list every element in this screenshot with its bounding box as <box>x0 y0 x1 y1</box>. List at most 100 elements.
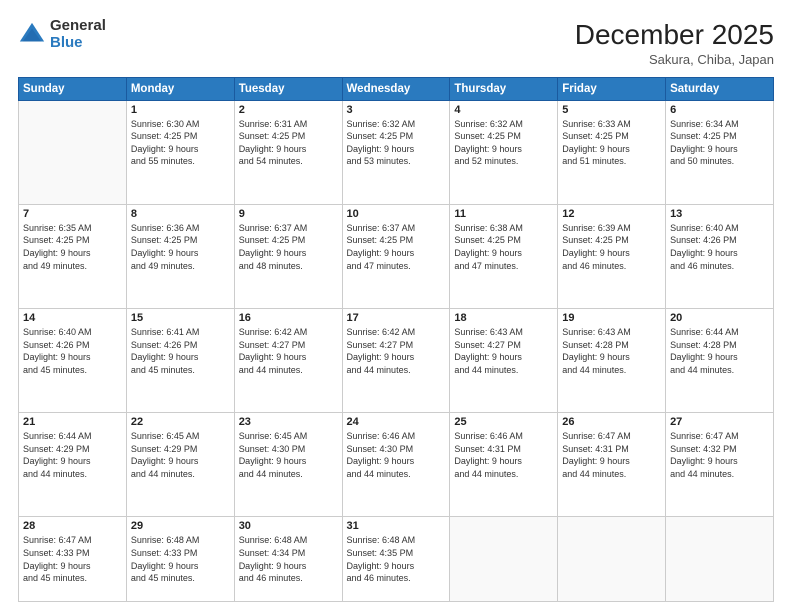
day-number: 2 <box>239 104 338 116</box>
day-number: 19 <box>562 312 661 324</box>
table-row <box>19 100 127 204</box>
day-number: 25 <box>454 416 553 428</box>
day-number: 21 <box>23 416 122 428</box>
header: General Blue December 2025 Sakura, Chiba… <box>18 18 774 67</box>
table-row: 19Sunrise: 6:43 AM Sunset: 4:28 PM Dayli… <box>558 309 666 413</box>
day-info: Sunrise: 6:30 AM Sunset: 4:25 PM Dayligh… <box>131 118 230 168</box>
day-number: 14 <box>23 312 122 324</box>
day-info: Sunrise: 6:48 AM Sunset: 4:33 PM Dayligh… <box>131 534 230 584</box>
subtitle: Sakura, Chiba, Japan <box>575 52 774 67</box>
day-info: Sunrise: 6:34 AM Sunset: 4:25 PM Dayligh… <box>670 118 769 168</box>
day-info: Sunrise: 6:45 AM Sunset: 4:29 PM Dayligh… <box>131 430 230 480</box>
day-number: 23 <box>239 416 338 428</box>
day-number: 7 <box>23 208 122 220</box>
day-info: Sunrise: 6:37 AM Sunset: 4:25 PM Dayligh… <box>347 222 446 272</box>
col-tuesday: Tuesday <box>234 77 342 100</box>
table-row <box>450 517 558 602</box>
day-info: Sunrise: 6:38 AM Sunset: 4:25 PM Dayligh… <box>454 222 553 272</box>
table-row: 8Sunrise: 6:36 AM Sunset: 4:25 PM Daylig… <box>126 204 234 308</box>
table-row: 15Sunrise: 6:41 AM Sunset: 4:26 PM Dayli… <box>126 309 234 413</box>
table-row: 21 Sunrise: 6:44 AM Sunset: 4:29 PM Dayli… <box>19 413 127 517</box>
table-row: 1 Sunrise: 6:30 AM Sunset: 4:25 PM Daylig… <box>126 100 234 204</box>
col-wednesday: Wednesday <box>342 77 450 100</box>
day-number: 9 <box>239 208 338 220</box>
day-number: 26 <box>562 416 661 428</box>
table-row: 31Sunrise: 6:48 AM Sunset: 4:35 PM Dayli… <box>342 517 450 602</box>
header-row: Sunday Monday Tuesday Wednesday Thursday… <box>19 77 774 100</box>
table-row: 4 Sunrise: 6:32 AM Sunset: 4:25 PM Daylig… <box>450 100 558 204</box>
col-sunday: Sunday <box>19 77 127 100</box>
table-row: 27 Sunrise: 6:47 AM Sunset: 4:32 PM Dayli… <box>666 413 774 517</box>
logo-text: General Blue <box>50 18 106 51</box>
table-row: 6 Sunrise: 6:34 AM Sunset: 4:25 PM Daylig… <box>666 100 774 204</box>
day-number: 15 <box>131 312 230 324</box>
day-info: Sunrise: 6:40 AM Sunset: 4:26 PM Dayligh… <box>23 326 122 376</box>
col-thursday: Thursday <box>450 77 558 100</box>
table-row: 28 Sunrise: 6:47 AM Sunset: 4:33 PM Dayli… <box>19 517 127 602</box>
day-number: 8 <box>131 208 230 220</box>
day-number: 24 <box>347 416 446 428</box>
logo-general-text: General <box>50 18 106 35</box>
day-info: Sunrise: 6:32 AM Sunset: 4:25 PM Dayligh… <box>347 118 446 168</box>
day-number: 1 <box>131 104 230 116</box>
day-info: Sunrise: 6:42 AM Sunset: 4:27 PM Dayligh… <box>347 326 446 376</box>
day-info: Sunrise: 6:47 AM Sunset: 4:32 PM Dayligh… <box>670 430 769 480</box>
table-row: 7 Sunrise: 6:35 AM Sunset: 4:25 PM Daylig… <box>19 204 127 308</box>
table-row: 25 Sunrise: 6:46 AM Sunset: 4:31 PM Dayli… <box>450 413 558 517</box>
day-number: 20 <box>670 312 769 324</box>
day-number: 11 <box>454 208 553 220</box>
day-info: Sunrise: 6:47 AM Sunset: 4:33 PM Dayligh… <box>23 534 122 584</box>
day-number: 5 <box>562 104 661 116</box>
day-info: Sunrise: 6:43 AM Sunset: 4:27 PM Dayligh… <box>454 326 553 376</box>
day-number: 13 <box>670 208 769 220</box>
table-row: 9 Sunrise: 6:37 AM Sunset: 4:25 PM Daylig… <box>234 204 342 308</box>
table-row: 30Sunrise: 6:48 AM Sunset: 4:34 PM Dayli… <box>234 517 342 602</box>
day-info: Sunrise: 6:35 AM Sunset: 4:25 PM Dayligh… <box>23 222 122 272</box>
table-row: 18 Sunrise: 6:43 AM Sunset: 4:27 PM Dayli… <box>450 309 558 413</box>
day-info: Sunrise: 6:45 AM Sunset: 4:30 PM Dayligh… <box>239 430 338 480</box>
table-row: 24Sunrise: 6:46 AM Sunset: 4:30 PM Dayli… <box>342 413 450 517</box>
day-number: 6 <box>670 104 769 116</box>
table-row: 22 Sunrise: 6:45 AM Sunset: 4:29 PM Dayli… <box>126 413 234 517</box>
day-number: 12 <box>562 208 661 220</box>
day-number: 22 <box>131 416 230 428</box>
calendar-body: 1 Sunrise: 6:30 AM Sunset: 4:25 PM Daylig… <box>19 100 774 601</box>
day-number: 31 <box>347 520 446 532</box>
day-number: 27 <box>670 416 769 428</box>
col-saturday: Saturday <box>666 77 774 100</box>
day-number: 10 <box>347 208 446 220</box>
col-monday: Monday <box>126 77 234 100</box>
logo-icon <box>18 21 46 49</box>
table-row: 20 Sunrise: 6:44 AM Sunset: 4:28 PM Dayli… <box>666 309 774 413</box>
day-number: 28 <box>23 520 122 532</box>
calendar-header: Sunday Monday Tuesday Wednesday Thursday… <box>19 77 774 100</box>
day-info: Sunrise: 6:33 AM Sunset: 4:25 PM Dayligh… <box>562 118 661 168</box>
table-row: 23 Sunrise: 6:45 AM Sunset: 4:30 PM Dayli… <box>234 413 342 517</box>
day-info: Sunrise: 6:44 AM Sunset: 4:29 PM Dayligh… <box>23 430 122 480</box>
table-row: 13 Sunrise: 6:40 AM Sunset: 4:26 PM Dayli… <box>666 204 774 308</box>
table-row: 16 Sunrise: 6:42 AM Sunset: 4:27 PM Dayli… <box>234 309 342 413</box>
logo: General Blue <box>18 18 106 51</box>
day-info: Sunrise: 6:42 AM Sunset: 4:27 PM Dayligh… <box>239 326 338 376</box>
table-row: 29Sunrise: 6:48 AM Sunset: 4:33 PM Dayli… <box>126 517 234 602</box>
day-number: 18 <box>454 312 553 324</box>
day-info: Sunrise: 6:48 AM Sunset: 4:34 PM Dayligh… <box>239 534 338 584</box>
day-info: Sunrise: 6:44 AM Sunset: 4:28 PM Dayligh… <box>670 326 769 376</box>
day-number: 4 <box>454 104 553 116</box>
day-number: 16 <box>239 312 338 324</box>
table-row: 12 Sunrise: 6:39 AM Sunset: 4:25 PM Dayli… <box>558 204 666 308</box>
day-info: Sunrise: 6:47 AM Sunset: 4:31 PM Dayligh… <box>562 430 661 480</box>
day-info: Sunrise: 6:39 AM Sunset: 4:25 PM Dayligh… <box>562 222 661 272</box>
table-row <box>666 517 774 602</box>
day-info: Sunrise: 6:40 AM Sunset: 4:26 PM Dayligh… <box>670 222 769 272</box>
main-title: December 2025 <box>575 18 774 52</box>
page: General Blue December 2025 Sakura, Chiba… <box>0 0 792 612</box>
col-friday: Friday <box>558 77 666 100</box>
table-row: 2Sunrise: 6:31 AM Sunset: 4:25 PM Daylig… <box>234 100 342 204</box>
table-row <box>558 517 666 602</box>
day-info: Sunrise: 6:46 AM Sunset: 4:31 PM Dayligh… <box>454 430 553 480</box>
day-info: Sunrise: 6:37 AM Sunset: 4:25 PM Dayligh… <box>239 222 338 272</box>
day-info: Sunrise: 6:32 AM Sunset: 4:25 PM Dayligh… <box>454 118 553 168</box>
day-number: 3 <box>347 104 446 116</box>
table-row: 14 Sunrise: 6:40 AM Sunset: 4:26 PM Dayli… <box>19 309 127 413</box>
